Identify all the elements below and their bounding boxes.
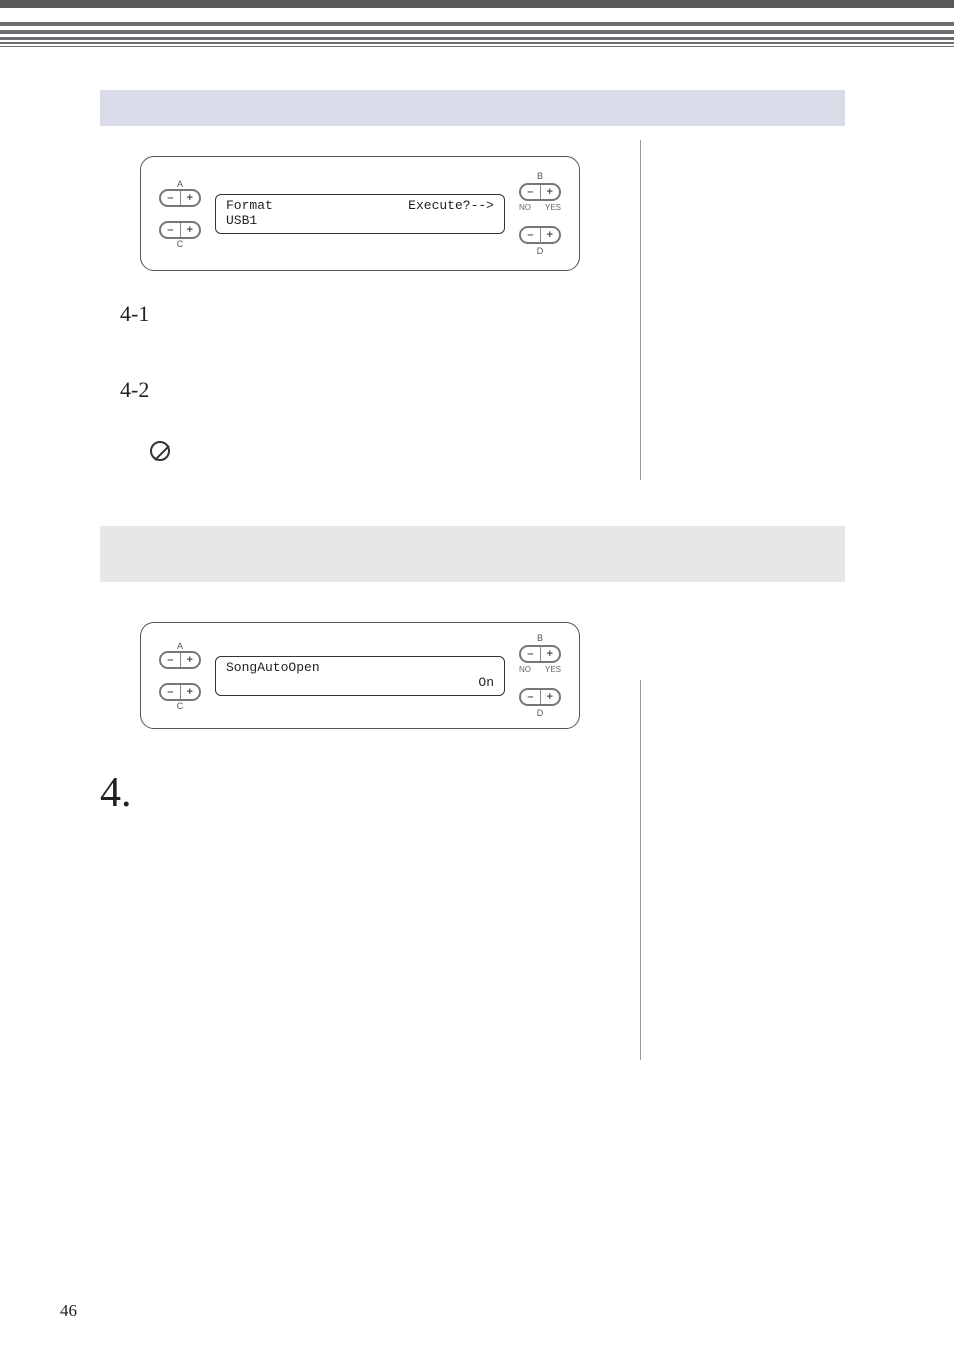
rocker-a[interactable]: – + <box>159 189 201 207</box>
sidebar-divider-2 <box>640 680 641 1060</box>
rocker-c2-minus[interactable]: – <box>161 685 181 699</box>
rocker-d2-plus[interactable]: + <box>541 690 560 704</box>
rocker-a-plus[interactable]: + <box>181 191 200 205</box>
rocker-a2[interactable]: – + <box>159 651 201 669</box>
rocker-b-plus[interactable]: + <box>541 185 560 199</box>
no-yes-labels-2: NO YES <box>519 665 561 674</box>
page-number: 46 <box>60 1301 77 1321</box>
step-4-1: 4-1 <box>120 301 854 327</box>
lcd-display-1: Format Execute?--> USB1 <box>215 194 505 234</box>
rocker-label-d2: D <box>519 708 561 718</box>
section-header-bar-2 <box>100 526 845 582</box>
rocker-c[interactable]: – + <box>159 221 201 239</box>
left-rocker-column: A – + – + C <box>159 179 201 249</box>
right-rocker-column: B – + NO YES – + D <box>519 171 561 256</box>
rocker-b[interactable]: – + <box>519 183 561 201</box>
rocker-b2-plus[interactable]: + <box>541 647 560 661</box>
lcd1-line1-left: Format <box>226 199 273 213</box>
left-rocker-column-2: A – + – + C <box>159 641 201 711</box>
page-body: A – + – + C Format E <box>0 50 954 817</box>
rocker-c2-plus[interactable]: + <box>181 685 200 699</box>
rocker-d2-minus[interactable]: – <box>521 690 541 704</box>
instrument-panel-2: A – + – + C SongAutoOpen On <box>140 622 854 729</box>
rocker-a2-minus[interactable]: – <box>161 653 181 667</box>
rocker-c-plus[interactable]: + <box>181 223 200 237</box>
rocker-c-minus[interactable]: – <box>161 223 181 237</box>
yes-label: YES <box>545 203 561 212</box>
rocker-d2[interactable]: – + <box>519 688 561 706</box>
step-4-2: 4-2 <box>120 377 854 403</box>
rocker-d[interactable]: – + <box>519 226 561 244</box>
no-yes-labels: NO YES <box>519 203 561 212</box>
rocker-b2[interactable]: – + <box>519 645 561 663</box>
rocker-c2[interactable]: – + <box>159 683 201 701</box>
rocker-a2-plus[interactable]: + <box>181 653 200 667</box>
instrument-panel-1: A – + – + C Format E <box>140 156 854 271</box>
rocker-label-b: B <box>519 171 561 181</box>
rocker-label-c: C <box>159 239 201 249</box>
lcd2-line2: On <box>226 676 494 690</box>
lcd-display-2: SongAutoOpen On <box>215 656 505 696</box>
prohibit-icon <box>150 441 170 461</box>
no-label: NO <box>519 203 531 212</box>
rocker-label-b2: B <box>519 633 561 643</box>
device-panel-2: A – + – + C SongAutoOpen On <box>140 622 580 729</box>
yes-label-2: YES <box>545 665 561 674</box>
rocker-d-plus[interactable]: + <box>541 228 560 242</box>
rocker-a-minus[interactable]: – <box>161 191 181 205</box>
page-top-stripes <box>0 0 954 50</box>
step-4-big: 4. <box>100 769 854 817</box>
no-label-2: NO <box>519 665 531 674</box>
rocker-label-d: D <box>519 246 561 256</box>
device-panel: A – + – + C Format E <box>140 156 580 271</box>
rocker-b-minus[interactable]: – <box>521 185 541 199</box>
lcd1-line1-right: Execute?--> <box>408 199 494 213</box>
rocker-b2-minus[interactable]: – <box>521 647 541 661</box>
rocker-label-a: A <box>159 179 201 189</box>
rocker-label-c2: C <box>159 701 201 711</box>
lcd2-line1: SongAutoOpen <box>226 661 494 675</box>
lcd1-line2: USB1 <box>226 214 494 228</box>
rocker-label-a2: A <box>159 641 201 651</box>
rocker-d-minus[interactable]: – <box>521 228 541 242</box>
section-header-bar-1 <box>100 90 845 126</box>
right-rocker-column-2: B – + NO YES – + D <box>519 633 561 718</box>
